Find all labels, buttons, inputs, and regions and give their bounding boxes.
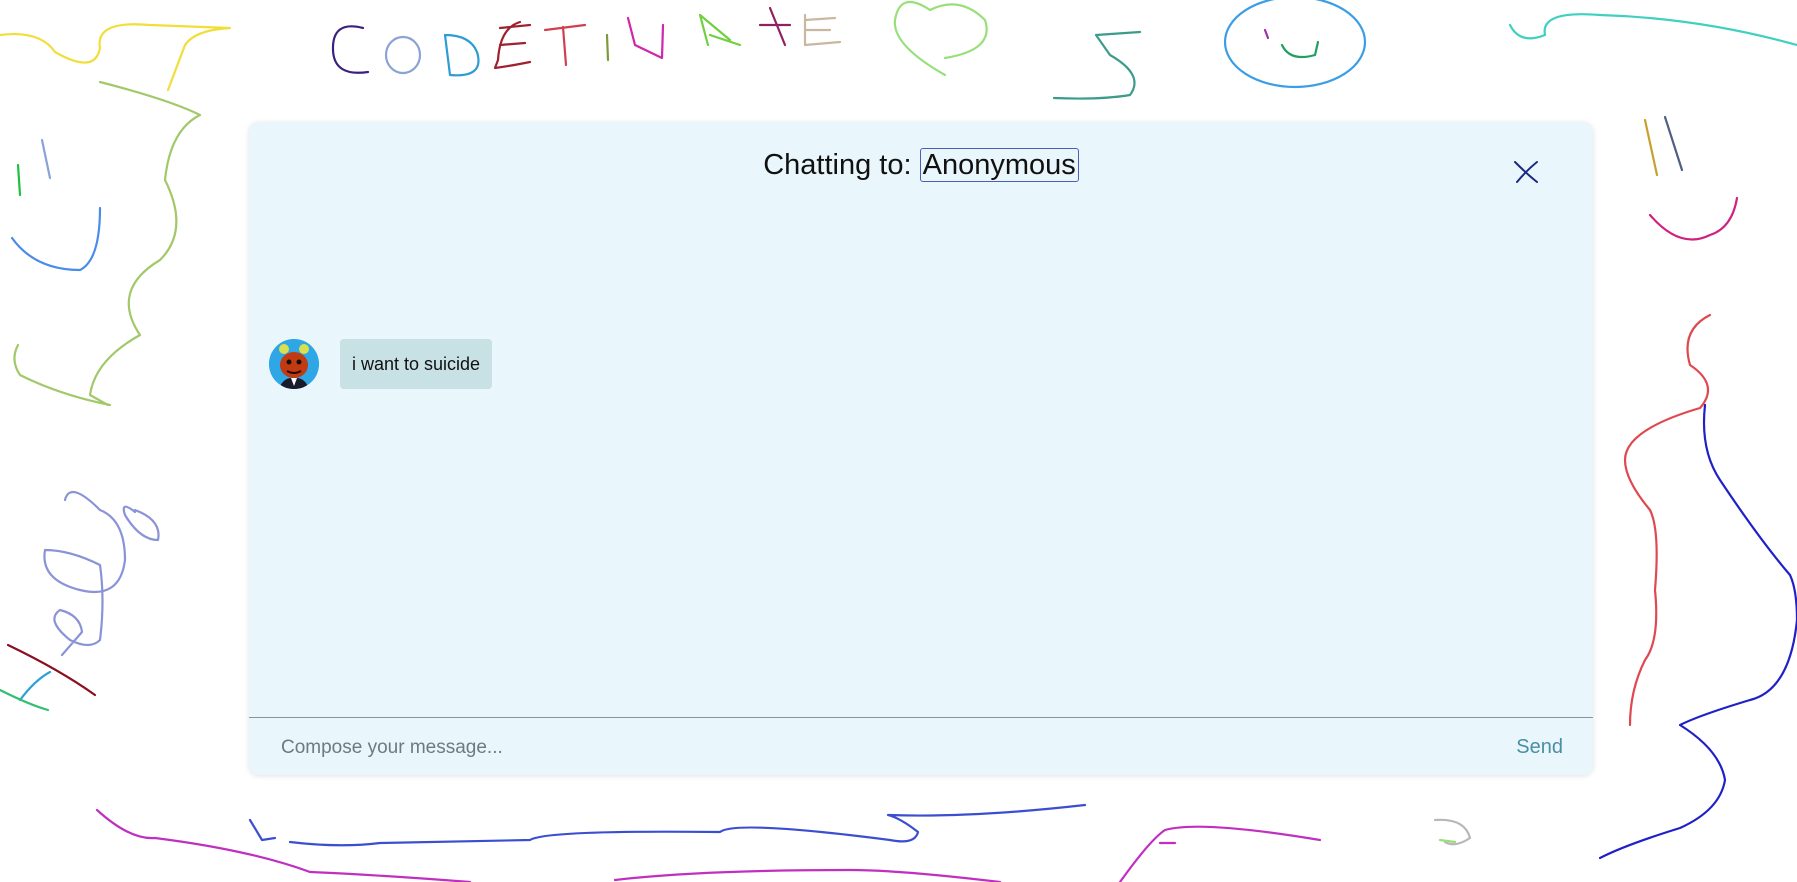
page: Chatting to: Anonymous i want to suicide… [0,0,1797,882]
message-input[interactable] [279,732,1443,764]
chat-window: Chatting to: Anonymous i want to suicide… [249,122,1593,775]
chat-header: Chatting to: Anonymous [249,122,1593,212]
composer: Send [249,717,1593,776]
chat-title: Chatting to: Anonymous [249,148,1593,182]
chat-title-prefix: Chatting to: [763,149,912,181]
message-list: i want to suicide [249,212,1593,737]
close-icon [1514,161,1538,183]
cartoon-avatar-icon [269,339,319,389]
send-button[interactable]: Send [1516,732,1563,762]
close-button[interactable] [1511,156,1541,186]
message-bubble: i want to suicide [340,339,493,389]
partner-name[interactable]: Anonymous [919,148,1079,182]
message-row: i want to suicide [269,339,493,389]
